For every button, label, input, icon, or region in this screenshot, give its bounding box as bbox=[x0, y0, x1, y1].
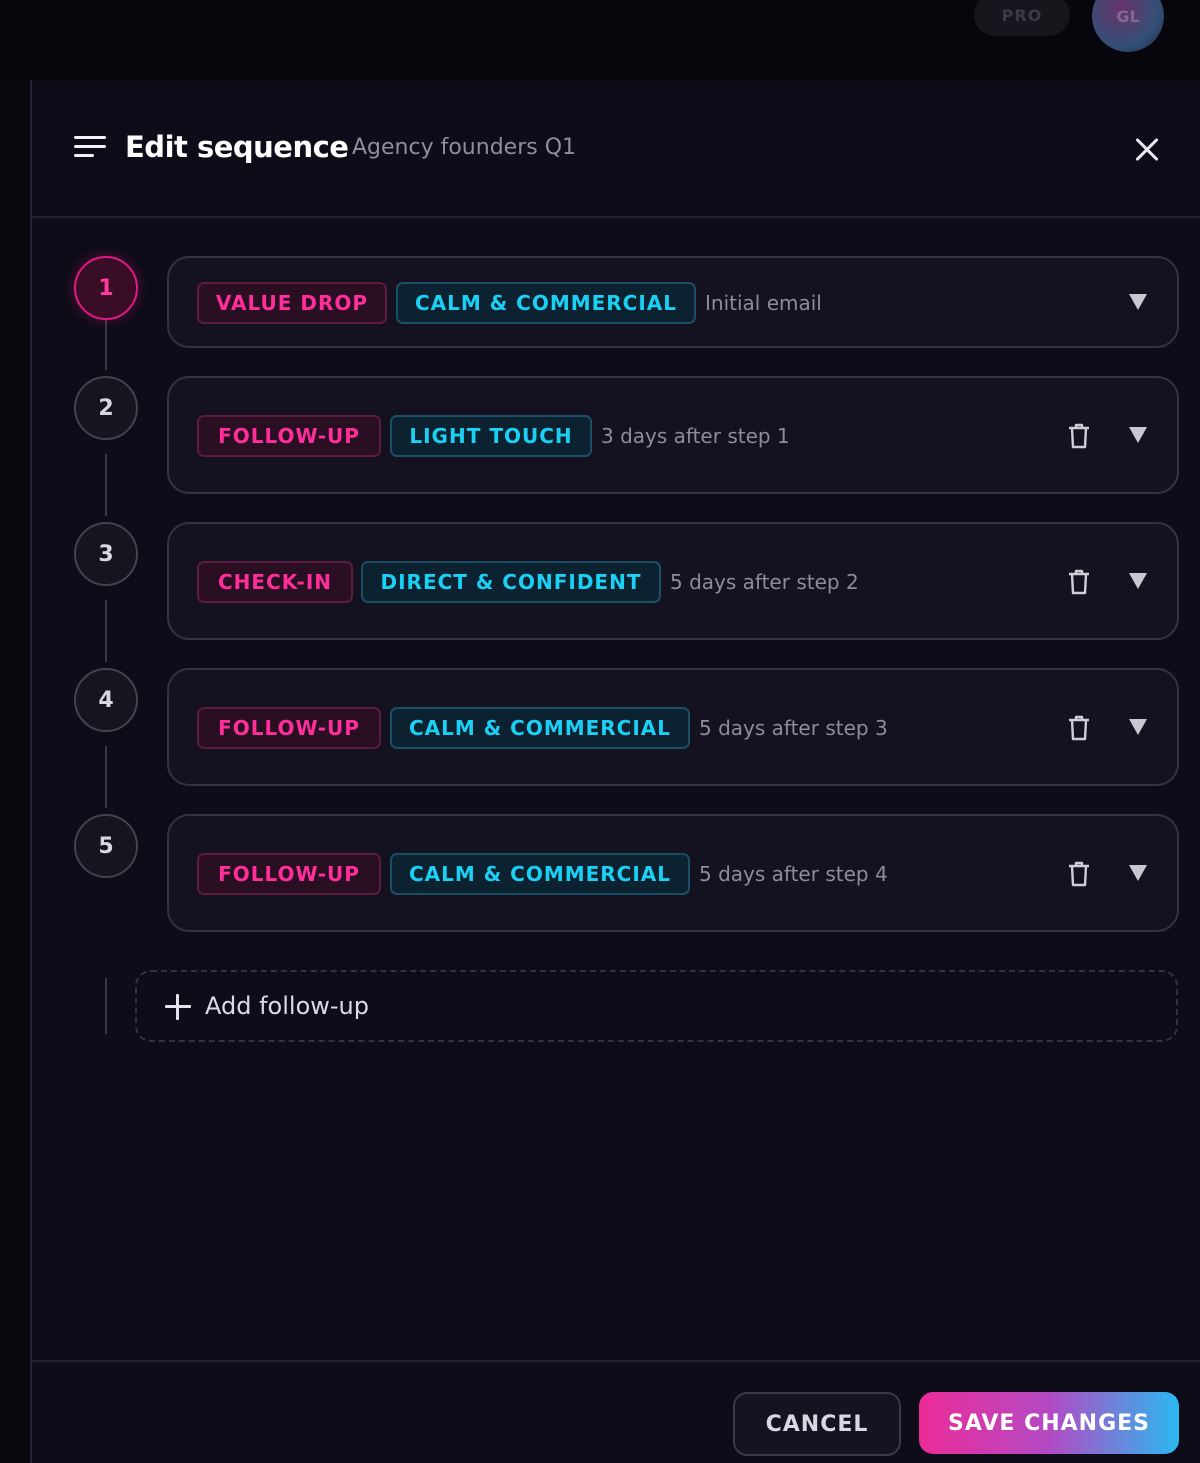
avatar[interactable]: GL bbox=[1092, 0, 1164, 52]
timeline-connector bbox=[105, 746, 107, 808]
timeline-connector bbox=[105, 454, 107, 516]
background-strip bbox=[0, 80, 30, 1463]
step-tone-tag: DIRECT & CONFIDENT bbox=[361, 561, 661, 603]
step-type-tag: FOLLOW-UP bbox=[197, 415, 381, 457]
step-type-tag: FOLLOW-UP bbox=[197, 853, 381, 895]
step-description: 5 days after step 4 bbox=[699, 862, 888, 886]
step-description: 5 days after step 2 bbox=[670, 570, 859, 594]
chevron-down-icon[interactable] bbox=[1129, 865, 1147, 881]
step-number: 2 bbox=[74, 376, 138, 440]
trash-icon[interactable] bbox=[1067, 423, 1091, 449]
step-number: 4 bbox=[74, 668, 138, 732]
add-follow-up-label: Add follow-up bbox=[205, 992, 369, 1020]
sequence-name: Agency founders Q1 bbox=[352, 135, 577, 160]
save-changes-button[interactable]: SAVE CHANGES bbox=[919, 1392, 1179, 1454]
add-follow-up-button[interactable]: Add follow-up bbox=[135, 970, 1178, 1042]
panel-header: Edit sequence Agency founders Q1 bbox=[32, 80, 1200, 218]
trash-icon[interactable] bbox=[1067, 569, 1091, 595]
chevron-down-icon[interactable] bbox=[1129, 294, 1147, 310]
step-card[interactable]: FOLLOW-UP CALM & COMMERCIAL 5 days after… bbox=[167, 668, 1179, 786]
step-tone-tag: LIGHT TOUCH bbox=[390, 415, 592, 457]
step-tone-tag: CALM & COMMERCIAL bbox=[396, 282, 696, 324]
step-tone-tag: CALM & COMMERCIAL bbox=[390, 707, 690, 749]
step-type-tag: FOLLOW-UP bbox=[197, 707, 381, 749]
plan-badge[interactable]: PRO bbox=[974, 0, 1070, 36]
chevron-down-icon[interactable] bbox=[1129, 427, 1147, 443]
trash-icon[interactable] bbox=[1067, 715, 1091, 741]
step-number: 3 bbox=[74, 522, 138, 586]
timeline-connector bbox=[105, 600, 107, 662]
timeline-connector bbox=[105, 978, 107, 1034]
step-card[interactable]: VALUE DROP CALM & COMMERCIAL Initial ema… bbox=[167, 256, 1179, 348]
step-type-tag: CHECK-IN bbox=[197, 561, 353, 603]
edit-sequence-panel: Edit sequence Agency founders Q1 1 VALUE… bbox=[30, 80, 1200, 1463]
step-card[interactable]: CHECK-IN DIRECT & CONFIDENT 5 days after… bbox=[167, 522, 1179, 640]
step-number: 1 bbox=[74, 256, 138, 320]
cancel-button[interactable]: CANCEL bbox=[733, 1392, 901, 1456]
panel-footer: CANCEL SAVE CHANGES bbox=[32, 1360, 1200, 1463]
chevron-down-icon[interactable] bbox=[1129, 719, 1147, 735]
page-title: Edit sequence bbox=[125, 130, 349, 164]
step-tone-tag: CALM & COMMERCIAL bbox=[390, 853, 690, 895]
top-bar: PRO GL bbox=[0, 0, 1200, 80]
step-number: 5 bbox=[74, 814, 138, 878]
step-card[interactable]: FOLLOW-UP CALM & COMMERCIAL 5 days after… bbox=[167, 814, 1179, 932]
step-description: Initial email bbox=[705, 291, 822, 315]
trash-icon[interactable] bbox=[1067, 861, 1091, 887]
step-description: 3 days after step 1 bbox=[601, 424, 790, 448]
chevron-down-icon[interactable] bbox=[1129, 573, 1147, 589]
close-icon[interactable] bbox=[1127, 130, 1167, 170]
step-card[interactable]: FOLLOW-UP LIGHT TOUCH 3 days after step … bbox=[167, 376, 1179, 494]
timeline-connector bbox=[105, 320, 107, 370]
plus-icon bbox=[165, 994, 191, 1020]
step-description: 5 days after step 3 bbox=[699, 716, 888, 740]
step-type-tag: VALUE DROP bbox=[197, 282, 387, 324]
menu-icon[interactable] bbox=[74, 136, 106, 162]
